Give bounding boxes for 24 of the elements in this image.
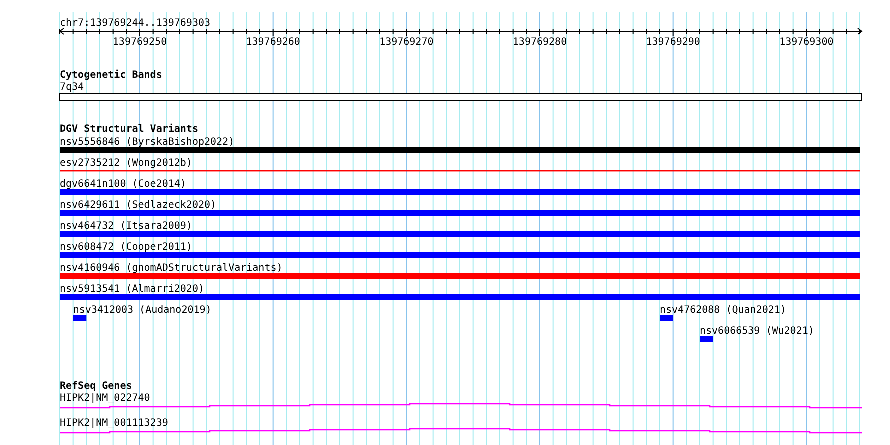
track-title: Cytogenetic Bands [60,70,162,81]
feature-label: nsv4762088 (Quan2021) [660,305,786,316]
scale-label: 139769250 [112,37,168,48]
feature-label: esv2735212 (Wong2012b) [60,158,192,169]
scale-label: 139769280 [512,37,568,48]
feature-label: nsv5556846 (ByrskaBishop2022) [60,137,235,148]
track-title: RefSeq Genes [60,381,132,392]
scale-label: 139769270 [380,37,434,48]
feature-label: HIPK2|NM_001113239 [60,418,168,429]
feature-label: nsv6066539 (Wu2021) [700,326,814,337]
feature-label: nsv4160946 (gnomADStructuralVariants) [60,263,283,274]
feature-label: dgv6641n100 (Coe2014) [60,179,186,190]
feature-label: 7q34 [60,82,84,93]
feature-label: nsv3412003 (Audano2019) [73,305,212,316]
track-title: DGV Structural Variants [60,124,198,135]
region-title: chr7:139769244..139769303 [60,18,211,29]
scale-label: 139769300 [780,37,834,48]
scale-label: 139769260 [246,37,300,48]
feature-label: nsv5913541 (Almarri2020) [60,284,204,295]
feature-label: nsv6429611 (Sedlazeck2020) [60,200,217,211]
scale-label: 139769290 [646,37,700,48]
feature-label: HIPK2|NM_022740 [60,393,150,404]
feature-label: nsv464732 (Itsara2009) [60,221,192,232]
feature-label: nsv608472 (Cooper2011) [60,242,192,253]
